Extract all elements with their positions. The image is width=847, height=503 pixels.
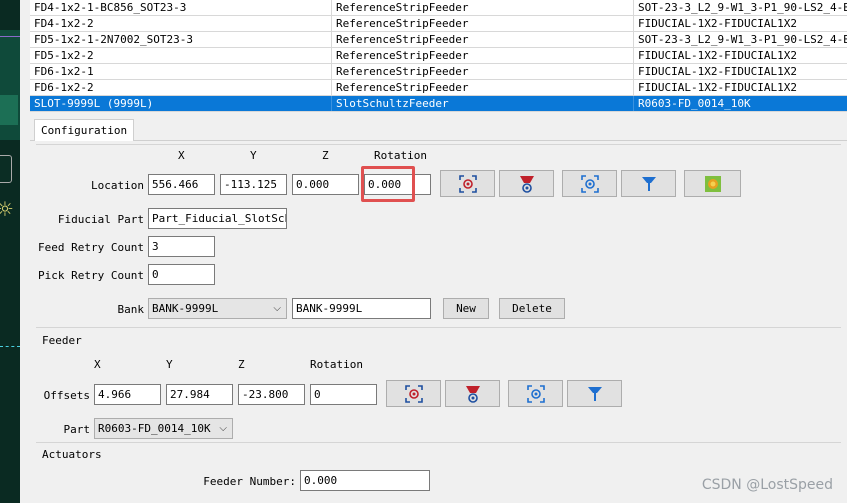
center-camera-icon — [526, 384, 545, 403]
actuators-group-title: Actuators — [42, 448, 102, 461]
capture-camera-icon — [404, 384, 423, 403]
location-rotation-header: Rotation — [374, 149, 427, 162]
offset-center-camera-button[interactable] — [508, 380, 563, 407]
watermark: CSDN @LostSpeed — [701, 477, 833, 493]
offset-move-nozzle-button[interactable] — [567, 380, 622, 407]
feeder-part-cell: R0603-FD_0014_10K — [638, 97, 751, 110]
offset-y-field[interactable]: 27.984 — [166, 384, 233, 405]
feeder-name-cell: FD5-1x2-1-2N7002_SOT23-3 — [30, 32, 332, 47]
pick-retry-count-field[interactable]: 0 — [148, 264, 215, 285]
table-row[interactable]: FD6-1x2-2 ReferenceStripFeeder FIDUCIAL-1X… — [30, 80, 847, 96]
location-x-field[interactable]: 556.466 — [148, 174, 215, 195]
offset-rotation-header: Rotation — [310, 358, 363, 371]
offset-rotation-field[interactable]: 0 — [310, 384, 377, 405]
part-select-value: R0603-FD_0014_10K — [98, 422, 211, 435]
offset-x-field[interactable]: 4.966 — [94, 384, 161, 405]
part-label: Part — [63, 423, 91, 436]
position-nozzle-button[interactable] — [499, 170, 554, 197]
offsets-label: Offsets — [43, 389, 90, 402]
feeder-editor: FD4-1x2-1-BC856_SOT23-3 ReferenceStripFee… — [30, 0, 847, 503]
part-select[interactable]: R0603-FD_0014_10K ⌵ — [94, 418, 233, 439]
offset-position-nozzle-button[interactable] — [445, 380, 500, 407]
offset-x-header: X — [94, 358, 101, 371]
table-row[interactable]: FD4-1x2-1-BC856_SOT23-3 ReferenceStripFee… — [30, 0, 847, 16]
bank-select[interactable]: BANK-9999L ⌵ — [148, 298, 287, 319]
location-z-header: Z — [322, 149, 329, 162]
capture-camera-icon — [458, 174, 477, 193]
center-camera-button[interactable] — [562, 170, 617, 197]
chevron-down-icon: ⌵ — [273, 303, 281, 314]
feeder-type-cell: ReferenceStripFeeder — [332, 16, 634, 31]
light-icon: ☼ — [0, 197, 14, 221]
table-row[interactable]: FD5-1x2-1-2N7002_SOT23-3 ReferenceStripFe… — [30, 32, 847, 48]
feeder-type-cell: ReferenceStripFeeder — [332, 0, 634, 15]
feeder-name-cell: SLOT-9999L (9999L) — [30, 96, 332, 111]
feeder-type-cell: ReferenceStripFeeder — [332, 32, 634, 47]
move-nozzle-icon — [587, 385, 603, 403]
feeder-name-cell: FD4-1x2-1-BC856_SOT23-3 — [30, 0, 332, 15]
feeder-part-cell: FIDUCIAL-1X2-FIDUCIAL1X2 — [638, 65, 797, 78]
feed-retry-count-label: Feed Retry Count — [38, 241, 144, 254]
offset-y-header: Y — [166, 358, 173, 371]
position-nozzle-icon — [518, 174, 536, 194]
tab-configuration[interactable]: Configuration — [34, 119, 135, 141]
center-camera-icon — [580, 174, 599, 193]
offset-capture-camera-button[interactable] — [386, 380, 441, 407]
feeder-part-cell: FIDUCIAL-1X2-FIDUCIAL1X2 — [638, 81, 797, 94]
table-row[interactable]: FD5-1x2-2 ReferenceStripFeeder FIDUCIAL-1X… — [30, 48, 847, 64]
chevron-down-icon: ⌵ — [219, 423, 227, 434]
feeder-type-cell: ReferenceStripFeeder — [332, 64, 634, 79]
feeder-number-field[interactable]: 0.000 — [300, 470, 430, 491]
location-y-field[interactable]: -113.125 — [220, 174, 287, 195]
feeder-name-cell: FD5-1x2-2 — [30, 48, 332, 63]
move-nozzle-button[interactable] — [621, 170, 676, 197]
table-row[interactable]: FD4-1x2-2 ReferenceStripFeeder FIDUCIAL-1X… — [30, 16, 847, 32]
feeder-group-title: Feeder — [42, 334, 82, 347]
feeder-name-cell: FD4-1x2-2 — [30, 16, 332, 31]
feeder-part-cell: FIDUCIAL-1X2-FIDUCIAL1X2 — [638, 49, 797, 62]
move-nozzle-icon — [641, 175, 657, 193]
bank-select-value: BANK-9999L — [152, 302, 219, 315]
location-label: Location — [91, 179, 144, 192]
position-nozzle-icon — [464, 384, 482, 404]
feeder-number-label: Feeder Number: — [203, 475, 296, 488]
feeders-table: FD4-1x2-1-BC856_SOT23-3 ReferenceStripFee… — [30, 0, 847, 112]
rotation-highlight-box — [361, 166, 415, 202]
feeder-name-cell: FD6-1x2-1 — [30, 64, 332, 79]
pcb-view-edge: ☼ — [0, 0, 20, 503]
location-y-header: Y — [250, 149, 257, 162]
offset-z-field[interactable]: -23.800 — [238, 384, 305, 405]
feeder-part-cell: SOT-23-3_L2_9-W1_3-P1_90-LS2_4-BR- — [638, 33, 847, 46]
feeder-part-cell: FIDUCIAL-1X2-FIDUCIAL1X2 — [638, 17, 797, 30]
feed-retry-count-field[interactable]: 3 — [148, 236, 215, 257]
capture-camera-button[interactable] — [440, 170, 495, 197]
table-row[interactable]: FD6-1x2-1 ReferenceStripFeeder FIDUCIAL-1X… — [30, 64, 847, 80]
feeder-type-cell: SlotSchultzFeeder — [332, 96, 634, 111]
new-bank-button[interactable]: New — [443, 298, 489, 319]
bank-name-field[interactable]: BANK-9999L — [292, 298, 431, 319]
pick-retry-count-label: Pick Retry Count — [38, 269, 144, 282]
table-row[interactable]: SLOT-9999L (9999L) SlotSchultzFeeder R0603… — [30, 96, 847, 112]
location-z-field[interactable]: 0.000 — [292, 174, 359, 195]
bank-label: Bank — [117, 303, 145, 316]
offset-z-header: Z — [238, 358, 245, 371]
location-x-header: X — [178, 149, 185, 162]
fiducial-part-label: Fiducial Part — [57, 213, 144, 226]
fiducial-part-field[interactable]: Part_Fiducial_SlotSchu — [148, 208, 287, 229]
feeder-type-cell: ReferenceStripFeeder — [332, 80, 634, 95]
feeder-type-cell: ReferenceStripFeeder — [332, 48, 634, 63]
delete-bank-button[interactable]: Delete — [499, 298, 565, 319]
reference-image-icon — [704, 175, 722, 193]
feeder-part-cell: SOT-23-3_L2_9-W1_3-P1_90-LS2_4-BR-FIDUCI… — [638, 1, 847, 14]
feeder-name-cell: FD6-1x2-2 — [30, 80, 332, 95]
reference-image-button[interactable] — [684, 170, 741, 197]
